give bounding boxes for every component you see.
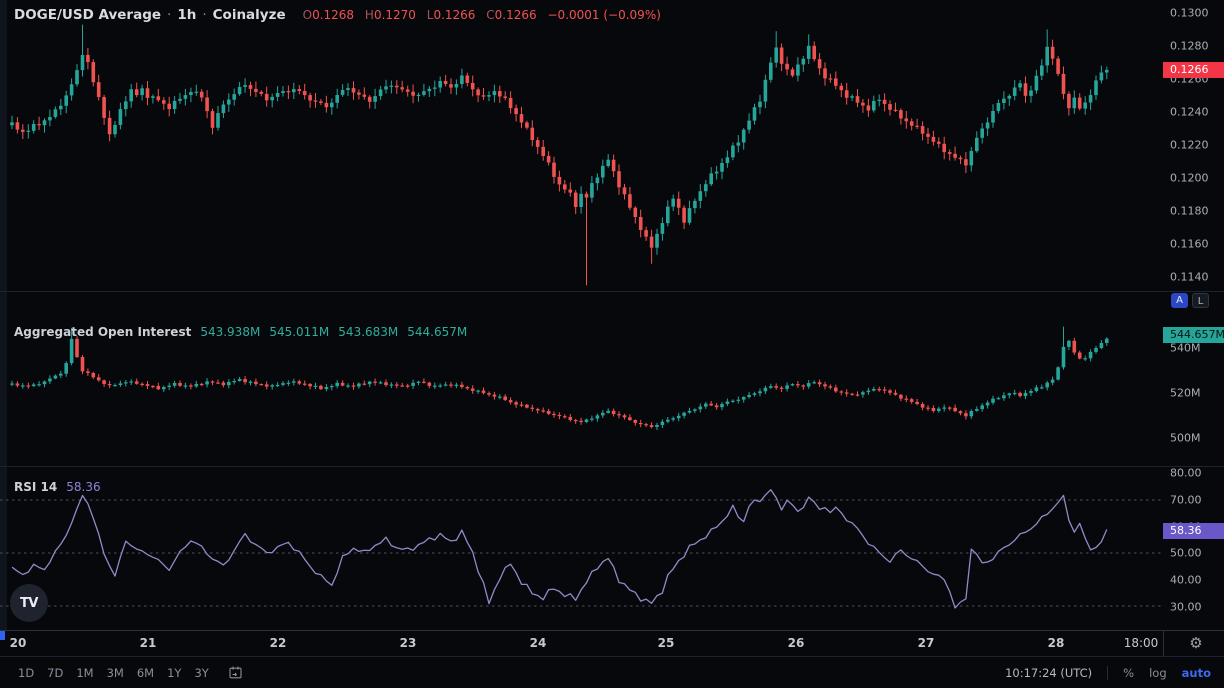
legend-separator: · [167, 7, 172, 23]
price-last-label: 0.1266 [1163, 62, 1224, 78]
price-axis-tick: 0.1240 [1170, 105, 1209, 119]
symbol-legend[interactable]: DOGE/USD Average · 1h · Coinalyze O0.126… [14, 7, 661, 23]
time-axis-label: 26 [787, 636, 805, 650]
open-key: O [302, 8, 313, 22]
range-1d[interactable]: 1D [18, 666, 34, 680]
price-axis-tick: 0.1160 [1170, 237, 1209, 251]
interval-label[interactable]: 1h [177, 7, 196, 23]
calendar-icon[interactable] [228, 665, 243, 680]
range-7d[interactable]: 7D [47, 666, 63, 680]
rsi-axis-tick: 30.00 [1170, 600, 1202, 614]
clock-label[interactable]: 10:17:24 (UTC) [1005, 666, 1092, 680]
toolbar-right-group: 10:17:24 (UTC) % log auto [1005, 665, 1224, 680]
log-scale-button[interactable]: L [1192, 293, 1209, 308]
time-axis-label: 22 [269, 636, 287, 650]
trading-chart-app: DOGE/USD Average · 1h · Coinalyze O0.126… [0, 0, 1224, 688]
price-axis-tick: 0.1180 [1170, 204, 1209, 218]
oi-open: 543.938M [200, 325, 261, 339]
time-axis-label: 25 [657, 636, 675, 650]
pane-separator[interactable] [0, 291, 1224, 292]
oi-high: 545.011M [269, 325, 330, 339]
legend-separator: · [202, 7, 207, 23]
range-1y[interactable]: 1Y [167, 666, 181, 680]
change-value: −0.0001 (−0.09%) [547, 8, 661, 22]
low-value: 0.1266 [433, 8, 476, 22]
oi-axis-tick: 540M [1170, 341, 1201, 355]
time-axis-label: 18:00 [1123, 636, 1159, 650]
rsi-axis-tick: 40.00 [1170, 573, 1202, 587]
high-value: 0.1270 [373, 8, 416, 22]
oi-axis-tick: 520M [1170, 386, 1201, 400]
time-axis-label: 21 [139, 636, 157, 650]
price-axis-tick: 0.1300 [1170, 6, 1209, 20]
range-3y[interactable]: 3Y [194, 666, 208, 680]
rsi-title[interactable]: RSI 14 [14, 480, 57, 494]
high-key: H [364, 8, 374, 22]
rsi-axis-tick: 70.00 [1170, 493, 1202, 507]
oi-low: 543.683M [338, 325, 399, 339]
price-axis-tick: 0.1220 [1170, 138, 1209, 152]
time-axis-marker [0, 631, 5, 640]
axis-mode-buttons: A L [1171, 293, 1209, 308]
time-axis-label: 27 [917, 636, 935, 650]
rsi-legend[interactable]: RSI 14 58.36 [14, 480, 101, 494]
range-3m[interactable]: 3M [107, 666, 124, 680]
time-axis[interactable]: 20 21 22 23 24 25 26 27 28 18:00 [0, 631, 1224, 656]
rsi-axis-tick: 50.00 [1170, 546, 1202, 560]
price-axis-tick: 0.1280 [1170, 39, 1209, 53]
price-axis-tick: 0.1200 [1170, 171, 1209, 185]
rsi-axis-tick: 80.00 [1170, 466, 1202, 480]
oi-axis-tick: 500M [1170, 431, 1201, 445]
range-6m[interactable]: 6M [137, 666, 154, 680]
symbol-title[interactable]: DOGE/USD Average [14, 7, 161, 23]
ohlc-values: O0.1268 H0.1270 L0.1266 C0.1266 −0.0001 … [296, 8, 661, 22]
tradingview-logo[interactable]: TV [10, 584, 48, 622]
auto-scale-button[interactable]: A [1171, 293, 1188, 308]
axis-corner-divider [1163, 631, 1164, 656]
open-interest-legend[interactable]: Aggregated Open Interest 543.938M 545.01… [14, 325, 467, 339]
log-scale-toggle[interactable]: log [1149, 666, 1167, 680]
time-axis-label: 20 [9, 636, 27, 650]
source-label[interactable]: Coinalyze [213, 7, 286, 23]
time-axis-label: 23 [399, 636, 417, 650]
oi-last-label: 544.657M [1163, 327, 1224, 343]
toolbar-divider [1107, 665, 1109, 680]
close-key: C [486, 8, 495, 22]
bottom-toolbar: 1D 7D 1M 3M 6M 1Y 3Y 10:17:24 (UTC) % lo… [0, 657, 1224, 688]
rsi-value: 58.36 [66, 480, 101, 494]
chart-canvas[interactable] [0, 0, 1163, 631]
price-axis-tick: 0.1140 [1170, 270, 1209, 284]
percent-scale-button[interactable]: % [1123, 666, 1134, 680]
oi-title[interactable]: Aggregated Open Interest [14, 325, 191, 339]
rsi-last-label: 58.36 [1163, 523, 1224, 539]
time-axis-label: 28 [1047, 636, 1065, 650]
gear-icon[interactable]: ⚙ [1184, 632, 1208, 655]
time-axis-label: 24 [529, 636, 547, 650]
open-value: 0.1268 [312, 8, 355, 22]
oi-close: 544.657M [407, 325, 468, 339]
pane-separator[interactable] [0, 466, 1224, 467]
close-value: 0.1266 [494, 8, 537, 22]
auto-scale-toggle[interactable]: auto [1182, 666, 1211, 680]
range-1m[interactable]: 1M [76, 666, 93, 680]
